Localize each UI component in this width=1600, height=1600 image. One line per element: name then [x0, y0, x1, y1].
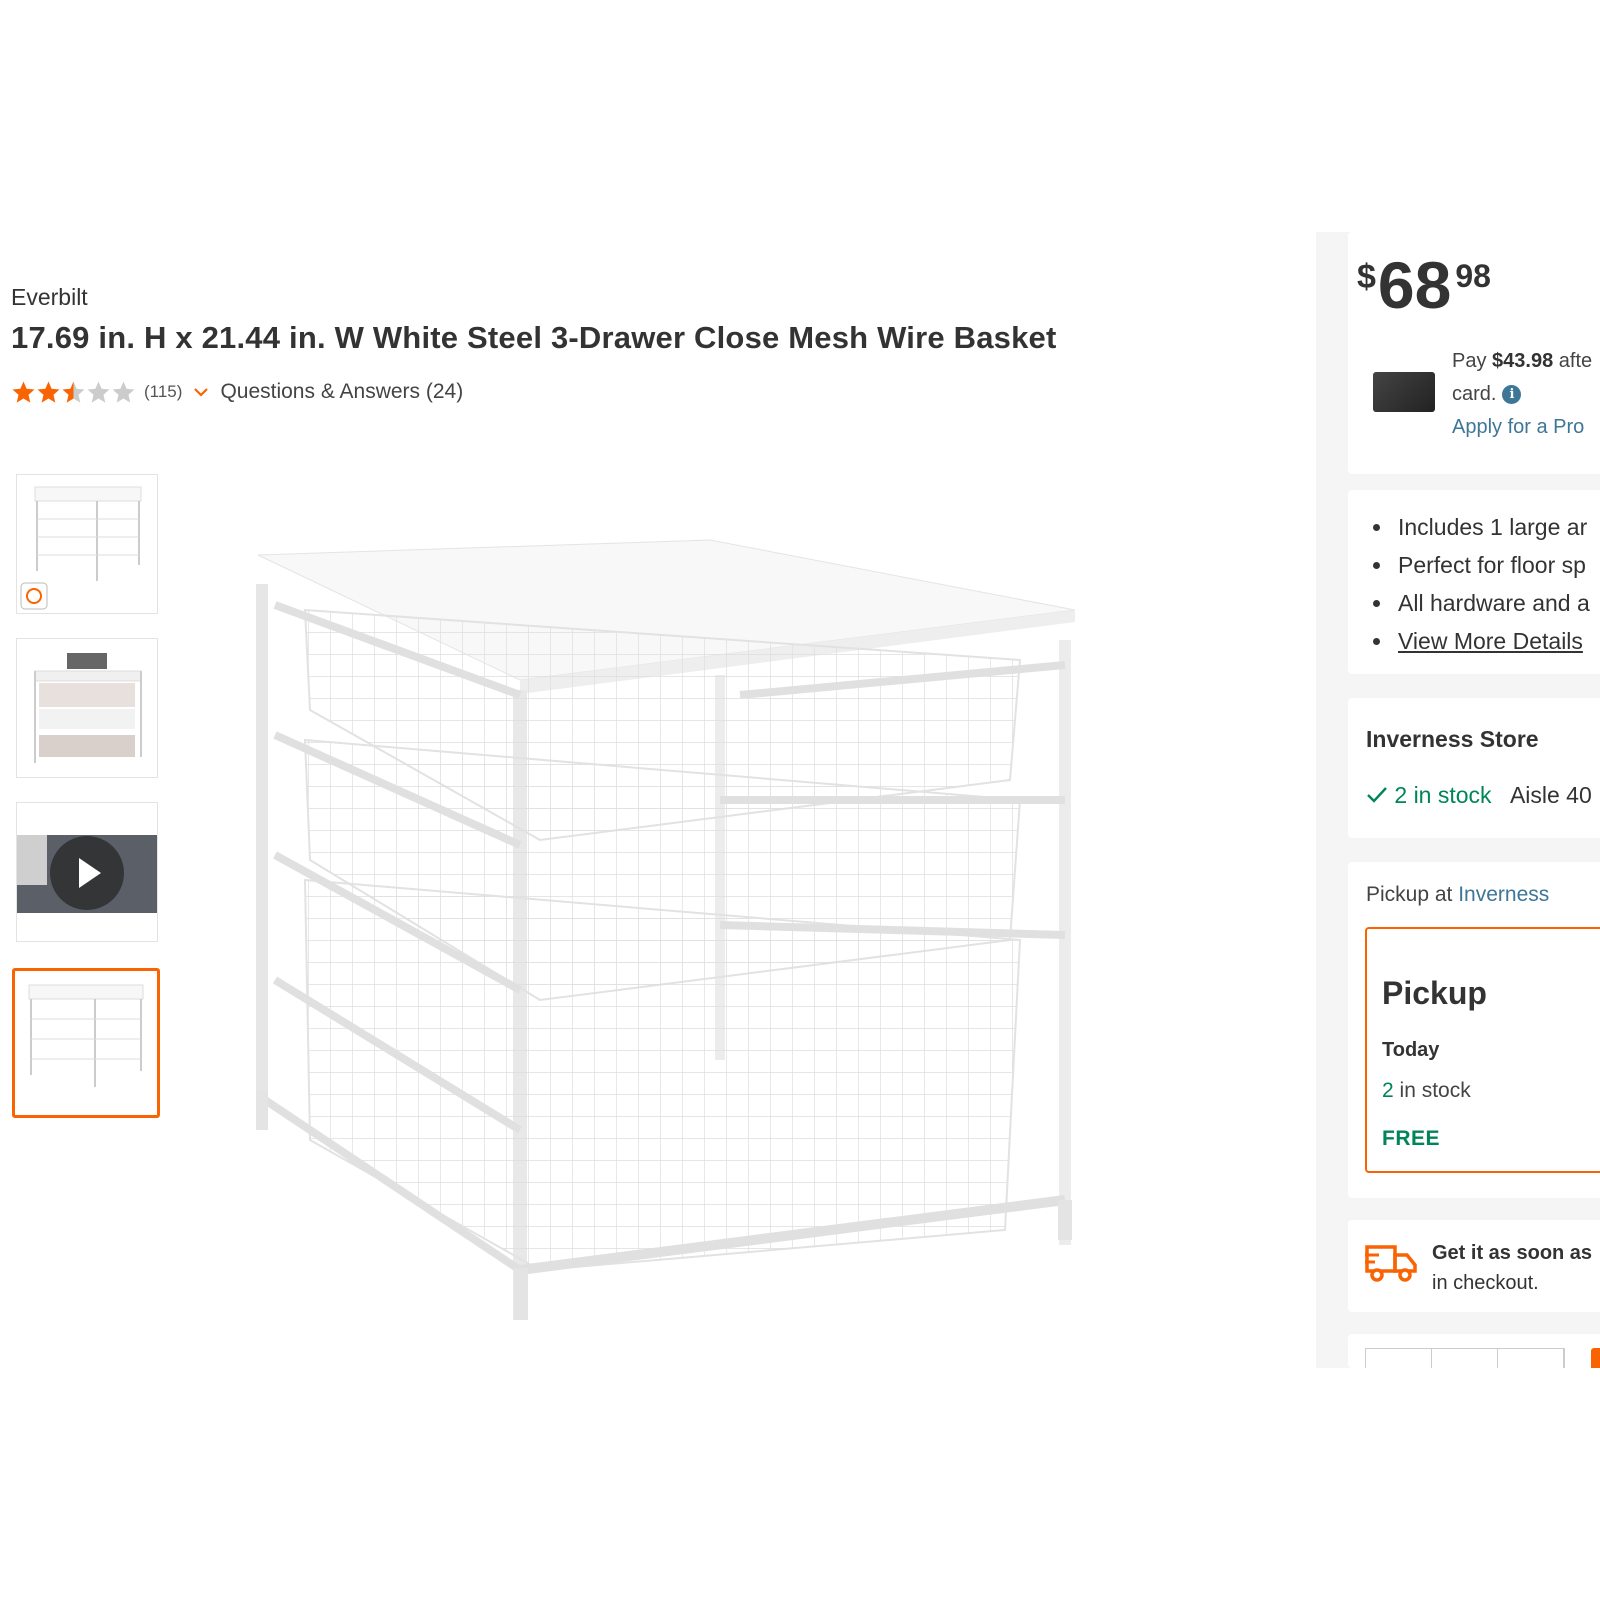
- thumbnail-item[interactable]: [16, 474, 158, 614]
- price: $ 68 98: [1357, 252, 1491, 318]
- pickup-cost: FREE: [1382, 1127, 1441, 1150]
- rating-row: (115) Questions & Answers (24): [11, 378, 463, 406]
- pickup-option-title: Pickup: [1382, 975, 1487, 1011]
- thumbnail-image: [20, 486, 142, 610]
- promo-line-1: Pay $43.98 afte: [1452, 350, 1593, 372]
- price-currency: $: [1357, 258, 1376, 296]
- pickup-store-link[interactable]: Inverness: [1458, 883, 1549, 906]
- view-more-details-link[interactable]: View More Details: [1398, 628, 1583, 654]
- thumbnail-item[interactable]: [16, 638, 158, 778]
- pickup-when: Today: [1382, 1039, 1440, 1061]
- star-icon: [12, 381, 35, 403]
- thumbnail-image: [34, 653, 142, 763]
- aisle-location: Aisle 40: [1509, 782, 1592, 808]
- chevron-down-icon[interactable]: [192, 383, 210, 401]
- star-icon: [87, 381, 110, 403]
- check-icon: [1367, 787, 1387, 803]
- product-main-image[interactable]: [220, 500, 1100, 1370]
- highlight-item: Includes 1 large ar: [1370, 508, 1590, 546]
- quantity-decrement-button[interactable]: [1366, 1349, 1432, 1368]
- quantity-input[interactable]: [1432, 1349, 1498, 1368]
- highlight-item: View More Details: [1370, 622, 1590, 660]
- pickup-option[interactable]: Pickup Today 2 in stock FREE: [1365, 927, 1600, 1173]
- brand-link[interactable]: Everbilt: [11, 284, 88, 311]
- store-stock: 2 in stock Aisle 40: [1366, 782, 1592, 809]
- quantity-stepper[interactable]: [1365, 1348, 1565, 1368]
- product-title: 17.69 in. H x 21.44 in. W White Steel 3-…: [11, 320, 1057, 355]
- star-icon: [112, 381, 135, 403]
- promo-line-2: card. i: [1452, 378, 1592, 411]
- thumbnail-image: [28, 984, 144, 1087]
- product-main-column: Everbilt 17.69 in. H x 21.44 in. W White…: [0, 0, 1300, 1600]
- thumbnail-image: [17, 835, 157, 913]
- quantity-increment-button[interactable]: [1498, 1349, 1564, 1368]
- add-to-cart-button[interactable]: [1591, 1348, 1600, 1368]
- wire-basket-image: [256, 539, 1076, 1320]
- star-icon: [62, 381, 85, 403]
- thumbnail-item-selected[interactable]: [12, 968, 160, 1118]
- highlight-item: All hardware and a: [1370, 584, 1590, 622]
- promo-offer: Pay $43.98 afte card. i Apply for a Pro: [1452, 345, 1592, 444]
- star-rating[interactable]: [11, 380, 136, 405]
- apply-pro-card-link[interactable]: Apply for a Pro: [1452, 411, 1592, 444]
- price-cents: 98: [1455, 258, 1491, 294]
- pickup-store-label: Pickup at Inverness: [1366, 883, 1550, 906]
- pickup-stock: 2 in stock: [1382, 1079, 1471, 1102]
- price-dollars: 68: [1377, 248, 1452, 322]
- thumbnail-video[interactable]: [16, 802, 158, 942]
- stock-count: 2 in stock: [1394, 782, 1492, 808]
- review-count[interactable]: (115): [144, 382, 182, 402]
- info-icon[interactable]: i: [1502, 385, 1522, 405]
- store-card: [1348, 698, 1600, 838]
- product-highlights: Includes 1 large ar Perfect for floor sp…: [1370, 508, 1590, 660]
- promo-amount: $43.98: [1492, 350, 1554, 372]
- delivery-estimate: Get it as soon as in checkout.: [1432, 1242, 1593, 1294]
- delivery-truck-icon: [1365, 1245, 1417, 1282]
- highlight-item: Perfect for floor sp: [1370, 546, 1590, 584]
- star-icon: [37, 381, 60, 403]
- credit-card-icon: [1373, 372, 1435, 412]
- questions-answers-link[interactable]: Questions & Answers (24): [220, 380, 463, 404]
- store-name[interactable]: Inverness Store: [1366, 726, 1539, 753]
